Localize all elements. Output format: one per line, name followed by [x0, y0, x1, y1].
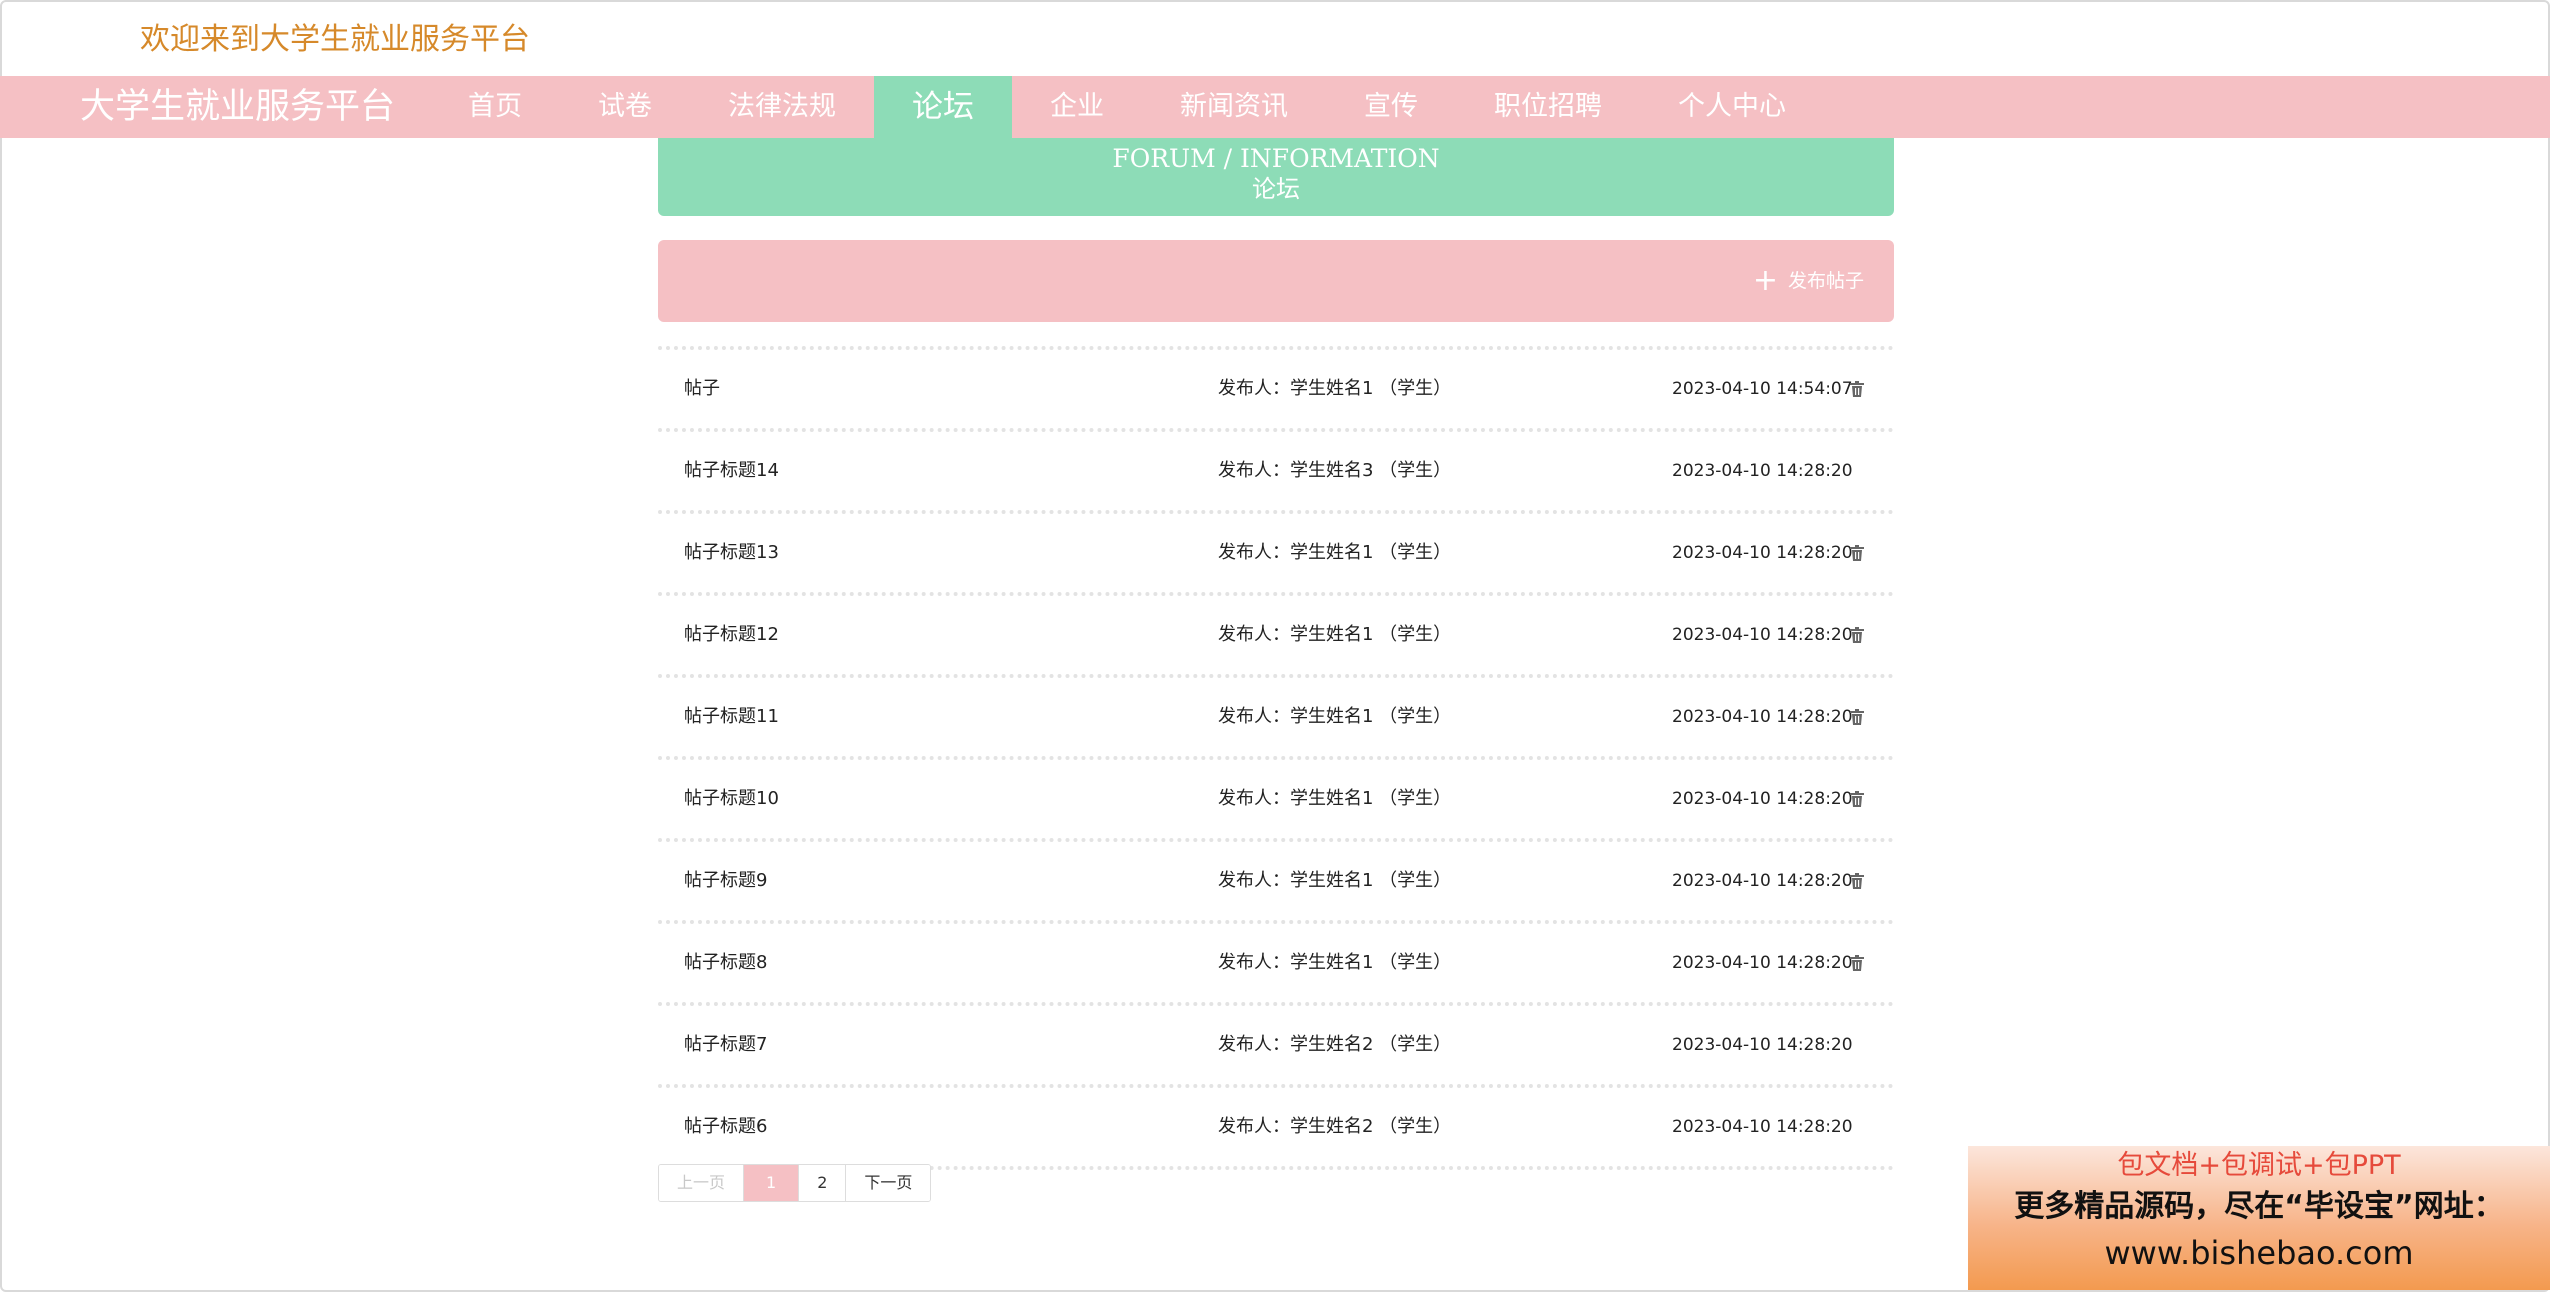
nav-jobs[interactable]: 职位招聘	[1456, 76, 1640, 138]
post-title[interactable]: 帖子	[684, 350, 720, 428]
post-title[interactable]: 帖子标题12	[684, 596, 779, 674]
plus-icon: +	[1752, 263, 1778, 298]
post-title[interactable]: 帖子标题9	[684, 842, 767, 920]
nav-forum[interactable]: 论坛	[874, 76, 1012, 138]
post-time: 2023-04-10 14:28:20	[1672, 1117, 1853, 1137]
post-title[interactable]: 帖子标题11	[684, 678, 779, 756]
publish-post-label: 发布帖子	[1787, 270, 1864, 292]
post-title[interactable]: 帖子标题10	[684, 760, 779, 838]
post-time: 2023-04-10 14:28:20	[1672, 871, 1853, 891]
section-banner: FORUM / INFORMATION 论坛	[658, 138, 1894, 216]
post-title[interactable]: 帖子标题13	[684, 514, 779, 592]
nav-promotion[interactable]: 宣传	[1326, 76, 1456, 138]
post-title[interactable]: 帖子标题7	[684, 1006, 767, 1084]
post-time: 2023-04-10 14:28:20	[1672, 625, 1853, 645]
trash-icon[interactable]	[1848, 544, 1866, 562]
nav-personal-center[interactable]: 个人中心	[1640, 76, 1824, 138]
post-author: 发布人：学生姓名1 （学生）	[1218, 624, 1452, 645]
trash-icon[interactable]	[1848, 790, 1866, 808]
post-list: 帖子 发布人：学生姓名1 （学生） 2023-04-10 14:54:07 帖子…	[658, 346, 1894, 1170]
brand-title: 大学生就业服务平台	[80, 87, 396, 127]
post-title[interactable]: 帖子标题14	[684, 432, 779, 510]
nav-news[interactable]: 新闻资讯	[1142, 76, 1326, 138]
main-nav: 首页 试卷 法律法规 论坛 企业 新闻资讯 宣传 职位招聘 个人中心	[430, 76, 1824, 138]
post-row[interactable]: 帖子标题7 发布人：学生姓名2 （学生） 2023-04-10 14:28:20	[658, 1002, 1894, 1084]
post-time: 2023-04-10 14:28:20	[1672, 953, 1853, 973]
nav-laws[interactable]: 法律法规	[690, 76, 874, 138]
banner-title-en: FORUM / INFORMATION	[1112, 144, 1440, 173]
banner-title-zh: 论坛	[1252, 175, 1300, 203]
post-row[interactable]: 帖子标题14 发布人：学生姓名3 （学生） 2023-04-10 14:28:2…	[658, 428, 1894, 510]
post-author: 发布人：学生姓名1 （学生）	[1218, 542, 1452, 563]
promo-line-1: 包文档+包调试+包PPT	[2117, 1150, 2401, 1181]
post-author: 发布人：学生姓名2 （学生）	[1218, 1034, 1452, 1055]
post-row[interactable]: 帖子标题10 发布人：学生姓名1 （学生） 2023-04-10 14:28:2…	[658, 756, 1894, 838]
post-author: 发布人：学生姓名1 （学生）	[1218, 378, 1452, 399]
trash-icon[interactable]	[1848, 954, 1866, 972]
post-time: 2023-04-10 14:28:20	[1672, 461, 1853, 481]
post-time: 2023-04-10 14:28:20	[1672, 707, 1853, 727]
post-title[interactable]: 帖子标题6	[684, 1088, 767, 1166]
post-time: 2023-04-10 14:28:20	[1672, 789, 1853, 809]
post-row[interactable]: 帖子标题8 发布人：学生姓名1 （学生） 2023-04-10 14:28:20	[658, 920, 1894, 1002]
post-author: 发布人：学生姓名1 （学生）	[1218, 706, 1452, 727]
post-row[interactable]: 帖子标题11 发布人：学生姓名1 （学生） 2023-04-10 14:28:2…	[658, 674, 1894, 756]
post-author: 发布人：学生姓名1 （学生）	[1218, 952, 1452, 973]
promo-line-2: 更多精品源码，尽在“毕设宝”网址：	[2014, 1189, 2504, 1224]
post-author: 发布人：学生姓名1 （学生）	[1218, 870, 1452, 891]
post-title[interactable]: 帖子标题8	[684, 924, 767, 1002]
post-row[interactable]: 帖子 发布人：学生姓名1 （学生） 2023-04-10 14:54:07	[658, 346, 1894, 428]
post-time: 2023-04-10 14:54:07	[1672, 379, 1853, 399]
pagination: 上一页 1 2 下一页	[658, 1164, 932, 1202]
promo-overlay: 包文档+包调试+包PPT 更多精品源码，尽在“毕设宝”网址： www.bishe…	[1968, 1146, 2550, 1290]
post-author: 发布人：学生姓名3 （学生）	[1218, 460, 1452, 481]
post-row[interactable]: 帖子标题13 发布人：学生姓名1 （学生） 2023-04-10 14:28:2…	[658, 510, 1894, 592]
welcome-text: 欢迎来到大学生就业服务平台	[140, 22, 530, 57]
nav-home[interactable]: 首页	[430, 76, 560, 138]
post-row[interactable]: 帖子标题12 发布人：学生姓名1 （学生） 2023-04-10 14:28:2…	[658, 592, 1894, 674]
page-2-button[interactable]: 2	[799, 1165, 847, 1201]
post-row[interactable]: 帖子标题6 发布人：学生姓名2 （学生） 2023-04-10 14:28:20	[658, 1084, 1894, 1170]
trash-icon[interactable]	[1848, 626, 1866, 644]
trash-icon[interactable]	[1848, 708, 1866, 726]
forum-toolbar: + 发布帖子	[658, 240, 1894, 322]
post-time: 2023-04-10 14:28:20	[1672, 1035, 1853, 1055]
top-navbar: 大学生就业服务平台 首页 试卷 法律法规 论坛 企业 新闻资讯 宣传 职位招聘 …	[0, 76, 2550, 138]
nav-exam-papers[interactable]: 试卷	[560, 76, 690, 138]
post-author: 发布人：学生姓名2 （学生）	[1218, 1116, 1452, 1137]
next-page-button[interactable]: 下一页	[846, 1165, 931, 1201]
trash-icon[interactable]	[1848, 872, 1866, 890]
page-1-button[interactable]: 1	[744, 1165, 800, 1201]
publish-post-button[interactable]: + 发布帖子	[1753, 240, 1864, 322]
post-row[interactable]: 帖子标题9 发布人：学生姓名1 （学生） 2023-04-10 14:28:20	[658, 838, 1894, 920]
nav-enterprise[interactable]: 企业	[1012, 76, 1142, 138]
post-time: 2023-04-10 14:28:20	[1672, 543, 1853, 563]
prev-page-button[interactable]: 上一页	[659, 1165, 745, 1201]
promo-url: www.bishebao.com	[2104, 1234, 2414, 1272]
trash-icon[interactable]	[1848, 380, 1866, 398]
post-author: 发布人：学生姓名1 （学生）	[1218, 788, 1452, 809]
